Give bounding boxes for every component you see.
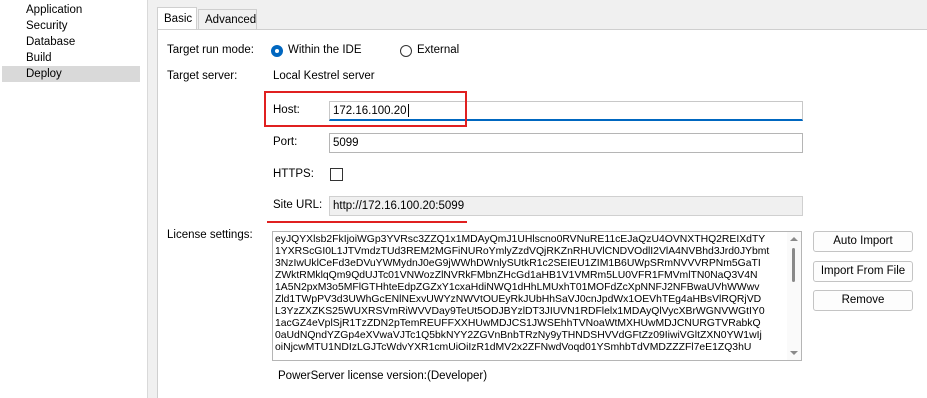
- scroll-up-arrow-icon[interactable]: [790, 237, 798, 241]
- radio-external[interactable]: [400, 45, 412, 57]
- radio-external-label[interactable]: External: [417, 44, 459, 56]
- target-server-value: Local Kestrel server: [273, 70, 375, 82]
- radio-within-ide[interactable]: [271, 45, 283, 57]
- site-url-label: Site URL:: [273, 199, 323, 211]
- tab-basic[interactable]: Basic: [157, 7, 197, 29]
- sidebar-item-build[interactable]: Build: [2, 50, 140, 66]
- radio-within-ide-label[interactable]: Within the IDE: [288, 44, 362, 56]
- license-line: eyJQYXlsb2FkIjoiWGp3YVRsc3ZZQ1x1MDAyQmJ1…: [275, 234, 766, 245]
- license-textarea[interactable]: eyJQYXlsb2FkIjoiWGp3YVRsc3ZZQ1x1MDAyQmJ1…: [272, 231, 802, 361]
- port-label: Port:: [273, 136, 298, 148]
- sidebar-item-deploy[interactable]: Deploy: [2, 66, 140, 82]
- sidebar-item-database[interactable]: Database: [2, 34, 140, 50]
- license-line: L3YzZXZKS25WUXRSVmRiWVVDay9TeUt5ODJBYzlD…: [275, 306, 765, 317]
- target-server-label: Target server:: [167, 70, 238, 82]
- import-from-file-button[interactable]: Import From File: [813, 261, 913, 282]
- license-settings-label: License settings:: [167, 229, 253, 241]
- host-label: Host:: [273, 104, 300, 116]
- license-version-label: PowerServer license version:: [278, 370, 427, 382]
- site-url-value: http://172.16.100.20:5099: [333, 200, 465, 212]
- license-scrollbar[interactable]: [787, 232, 801, 360]
- https-label: HTTPS:: [273, 168, 314, 180]
- port-input-value: 5099: [333, 137, 359, 149]
- remove-button[interactable]: Remove: [813, 290, 913, 311]
- license-line: 1YXRScGI0L1JTVmdzTUd3REM2MGFiNURoYmlyZzd…: [275, 246, 770, 257]
- port-input[interactable]: 5099: [329, 133, 803, 153]
- https-checkbox[interactable]: [330, 168, 343, 181]
- text-caret: [407, 104, 409, 118]
- host-input-value: 172.16.100.20: [333, 105, 407, 117]
- license-version-value: (Developer): [427, 370, 488, 382]
- site-url-field[interactable]: http://172.16.100.20:5099: [329, 196, 803, 216]
- license-line: 3NzIwUklCeFd3eDVuYWMydnJ0eG9jWWhDWnlySUt…: [275, 258, 761, 269]
- license-text: eyJQYXlsb2FkIjoiWGp3YVRsc3ZZQ1x1MDAyQmJ1…: [275, 234, 787, 354]
- license-line: 1A5N2pxM3o5MFlGTHhteEdpZGZxY1cxaHdiNWQ1d…: [275, 282, 760, 293]
- sidebar: Application Security Database Build Depl…: [0, 0, 148, 398]
- scroll-down-arrow-icon[interactable]: [790, 351, 798, 355]
- license-line: ZWktRMklqQm9QdUJTc01VNWozZlNVRkFMbnZHcGd…: [275, 270, 758, 281]
- sidebar-item-security[interactable]: Security: [2, 18, 140, 34]
- site-url-underline: [267, 221, 467, 223]
- tab-advanced[interactable]: Advanced: [198, 9, 257, 29]
- sidebar-item-application[interactable]: Application: [2, 2, 140, 18]
- license-line: 1acGZ4eVplSjR1TzZDN2pTemREUFFXXHUwMDJCS1…: [275, 318, 761, 329]
- license-line: 0aUdNQndYZGp4eXVwaVJTc1Q5bkNYY2ZGVnBnbTR…: [275, 330, 762, 341]
- license-line: oiNjcwMTU1NDIzLGJTcWdvYXR1cmUiOiIzR1dMV2…: [275, 342, 752, 353]
- license-line: Zld1TWpPV3d3UWhGcENlNExvUWYzNWVtOUEyRkJU…: [275, 294, 762, 305]
- scroll-thumb[interactable]: [792, 248, 795, 282]
- host-input[interactable]: 172.16.100.20: [329, 101, 803, 121]
- auto-import-button[interactable]: Auto Import: [813, 231, 913, 252]
- target-run-mode-label: Target run mode:: [167, 44, 254, 56]
